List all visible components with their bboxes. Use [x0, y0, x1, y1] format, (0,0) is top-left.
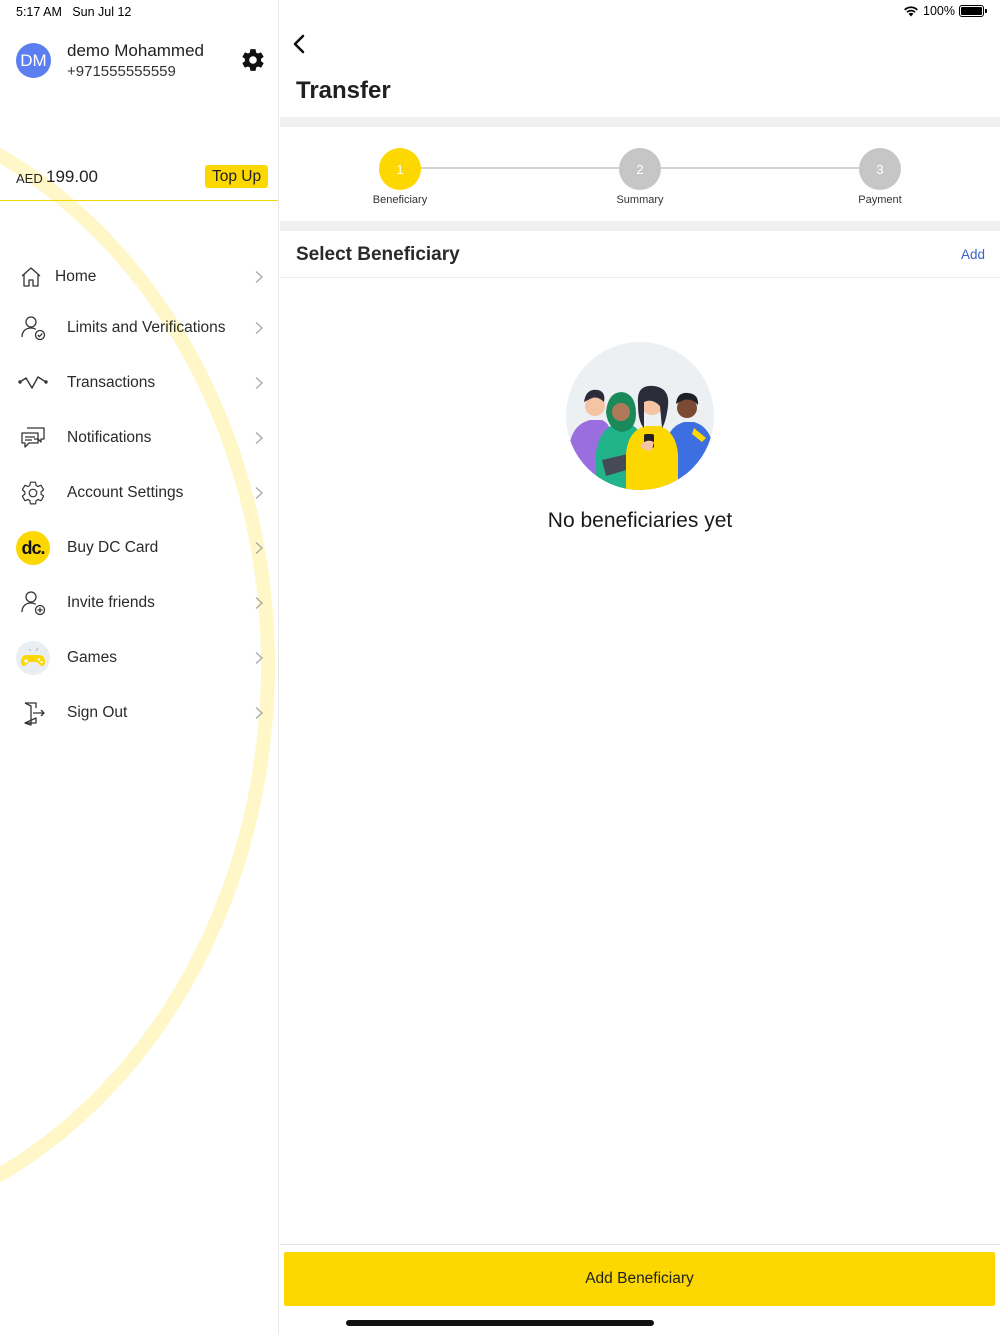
sidebar-item-label: Invite friends [67, 594, 155, 611]
status-clock: 5:17 AM [16, 5, 62, 19]
chevron-right-icon [255, 706, 264, 720]
sidebar-item-notifications[interactable]: Notifications [0, 411, 278, 465]
status-time: 5:17 AM Sun Jul 12 [16, 5, 131, 19]
top-up-button[interactable]: Top Up [205, 165, 269, 188]
sidebar-item-label: Transactions [67, 374, 156, 391]
sidebar-item-games[interactable]: Games [0, 631, 278, 685]
sign-out-icon [16, 696, 50, 730]
add-beneficiary-button[interactable]: Add Beneficiary [284, 1252, 995, 1306]
sidebar-item-label: Buy DC Card [67, 539, 159, 556]
sidebar: DM demo Mohammed +971555555559 AED 199.0… [0, 0, 279, 1334]
gear-icon [16, 476, 50, 510]
chevron-right-icon [255, 486, 264, 500]
status-indicators: 100% [903, 4, 987, 18]
people-group-illustration [566, 342, 714, 490]
wifi-icon [904, 6, 918, 17]
sidebar-item-label: Notifications [67, 429, 152, 446]
home-icon [14, 260, 48, 294]
transfer-screen: Transfer 1 Beneficiary 2 Summary 3 Payme… [280, 0, 1000, 1334]
chat-icon [16, 421, 50, 455]
footer-divider [280, 1244, 1000, 1245]
sidebar-item-label: Account Settings [67, 484, 184, 501]
back-arrow-icon[interactable] [286, 30, 314, 58]
step-1-label: Beneficiary [372, 194, 428, 206]
user-plus-icon [16, 586, 50, 620]
sidebar-item-label: Home [55, 268, 97, 285]
profile-header: DM demo Mohammed +971555555559 [0, 36, 278, 96]
balance-currency: AED [16, 171, 43, 186]
activity-icon [16, 366, 50, 400]
step-3-indicator: 3 [859, 148, 901, 190]
status-date: Sun Jul 12 [72, 5, 132, 19]
chevron-right-icon [255, 596, 264, 610]
divider-band [280, 117, 1000, 127]
profile-name: demo Mohammed [67, 41, 205, 60]
battery-percent: 100% [923, 4, 955, 18]
sidebar-item-label: Limits and Verifications [67, 319, 226, 336]
step-2-indicator: 2 [619, 148, 661, 190]
chevron-right-icon [255, 541, 264, 555]
sidebar-item-buy-dc-card[interactable]: dc. Buy DC Card [0, 521, 278, 575]
sidebar-item-label: Games [67, 649, 117, 666]
chevron-right-icon [255, 321, 264, 335]
sidebar-item-sign-out[interactable]: Sign Out [0, 686, 278, 740]
chevron-right-icon [255, 270, 264, 284]
empty-state-text: No beneficiaries yet [547, 509, 733, 532]
sidebar-item-transactions[interactable]: Transactions [0, 356, 278, 410]
balance-row: AED 199.00 Top Up [0, 164, 278, 201]
user-check-icon [16, 311, 50, 345]
select-beneficiary-header: Select Beneficiary Add [280, 231, 1000, 278]
gamepad-icon [16, 641, 50, 675]
chevron-right-icon [255, 651, 264, 665]
chevron-right-icon [255, 431, 264, 445]
step-2-label: Summary [616, 194, 664, 206]
avatar[interactable]: DM [16, 43, 51, 78]
sidebar-item-home[interactable]: Home [0, 250, 278, 304]
battery-icon [959, 5, 987, 17]
home-indicator[interactable] [346, 1320, 654, 1326]
sidebar-item-limits-verifications[interactable]: Limits and Verifications [0, 301, 278, 355]
divider-band [280, 221, 1000, 231]
settings-gear-icon[interactable] [240, 47, 266, 73]
page-title: Transfer [296, 77, 391, 104]
step-connector [661, 167, 859, 169]
sidebar-item-invite-friends[interactable]: Invite friends [0, 576, 278, 630]
section-title: Select Beneficiary [296, 244, 460, 265]
step-3-label: Payment [858, 194, 902, 206]
status-bar: 5:17 AM Sun Jul 12 100% [0, 0, 1000, 24]
chevron-right-icon [255, 376, 264, 390]
profile-phone: +971555555559 [67, 63, 176, 80]
dc-logo-text: dc. [16, 531, 50, 565]
sidebar-item-account-settings[interactable]: Account Settings [0, 466, 278, 520]
step-1-indicator: 1 [379, 148, 421, 190]
sidebar-item-label: Sign Out [67, 704, 128, 721]
add-beneficiary-link[interactable]: Add [961, 247, 985, 262]
transfer-stepper: 1 Beneficiary 2 Summary 3 Payment [280, 127, 1000, 221]
balance-amount: 199.00 [46, 167, 98, 186]
dc-logo-icon: dc. [16, 531, 50, 565]
step-connector [421, 167, 619, 169]
